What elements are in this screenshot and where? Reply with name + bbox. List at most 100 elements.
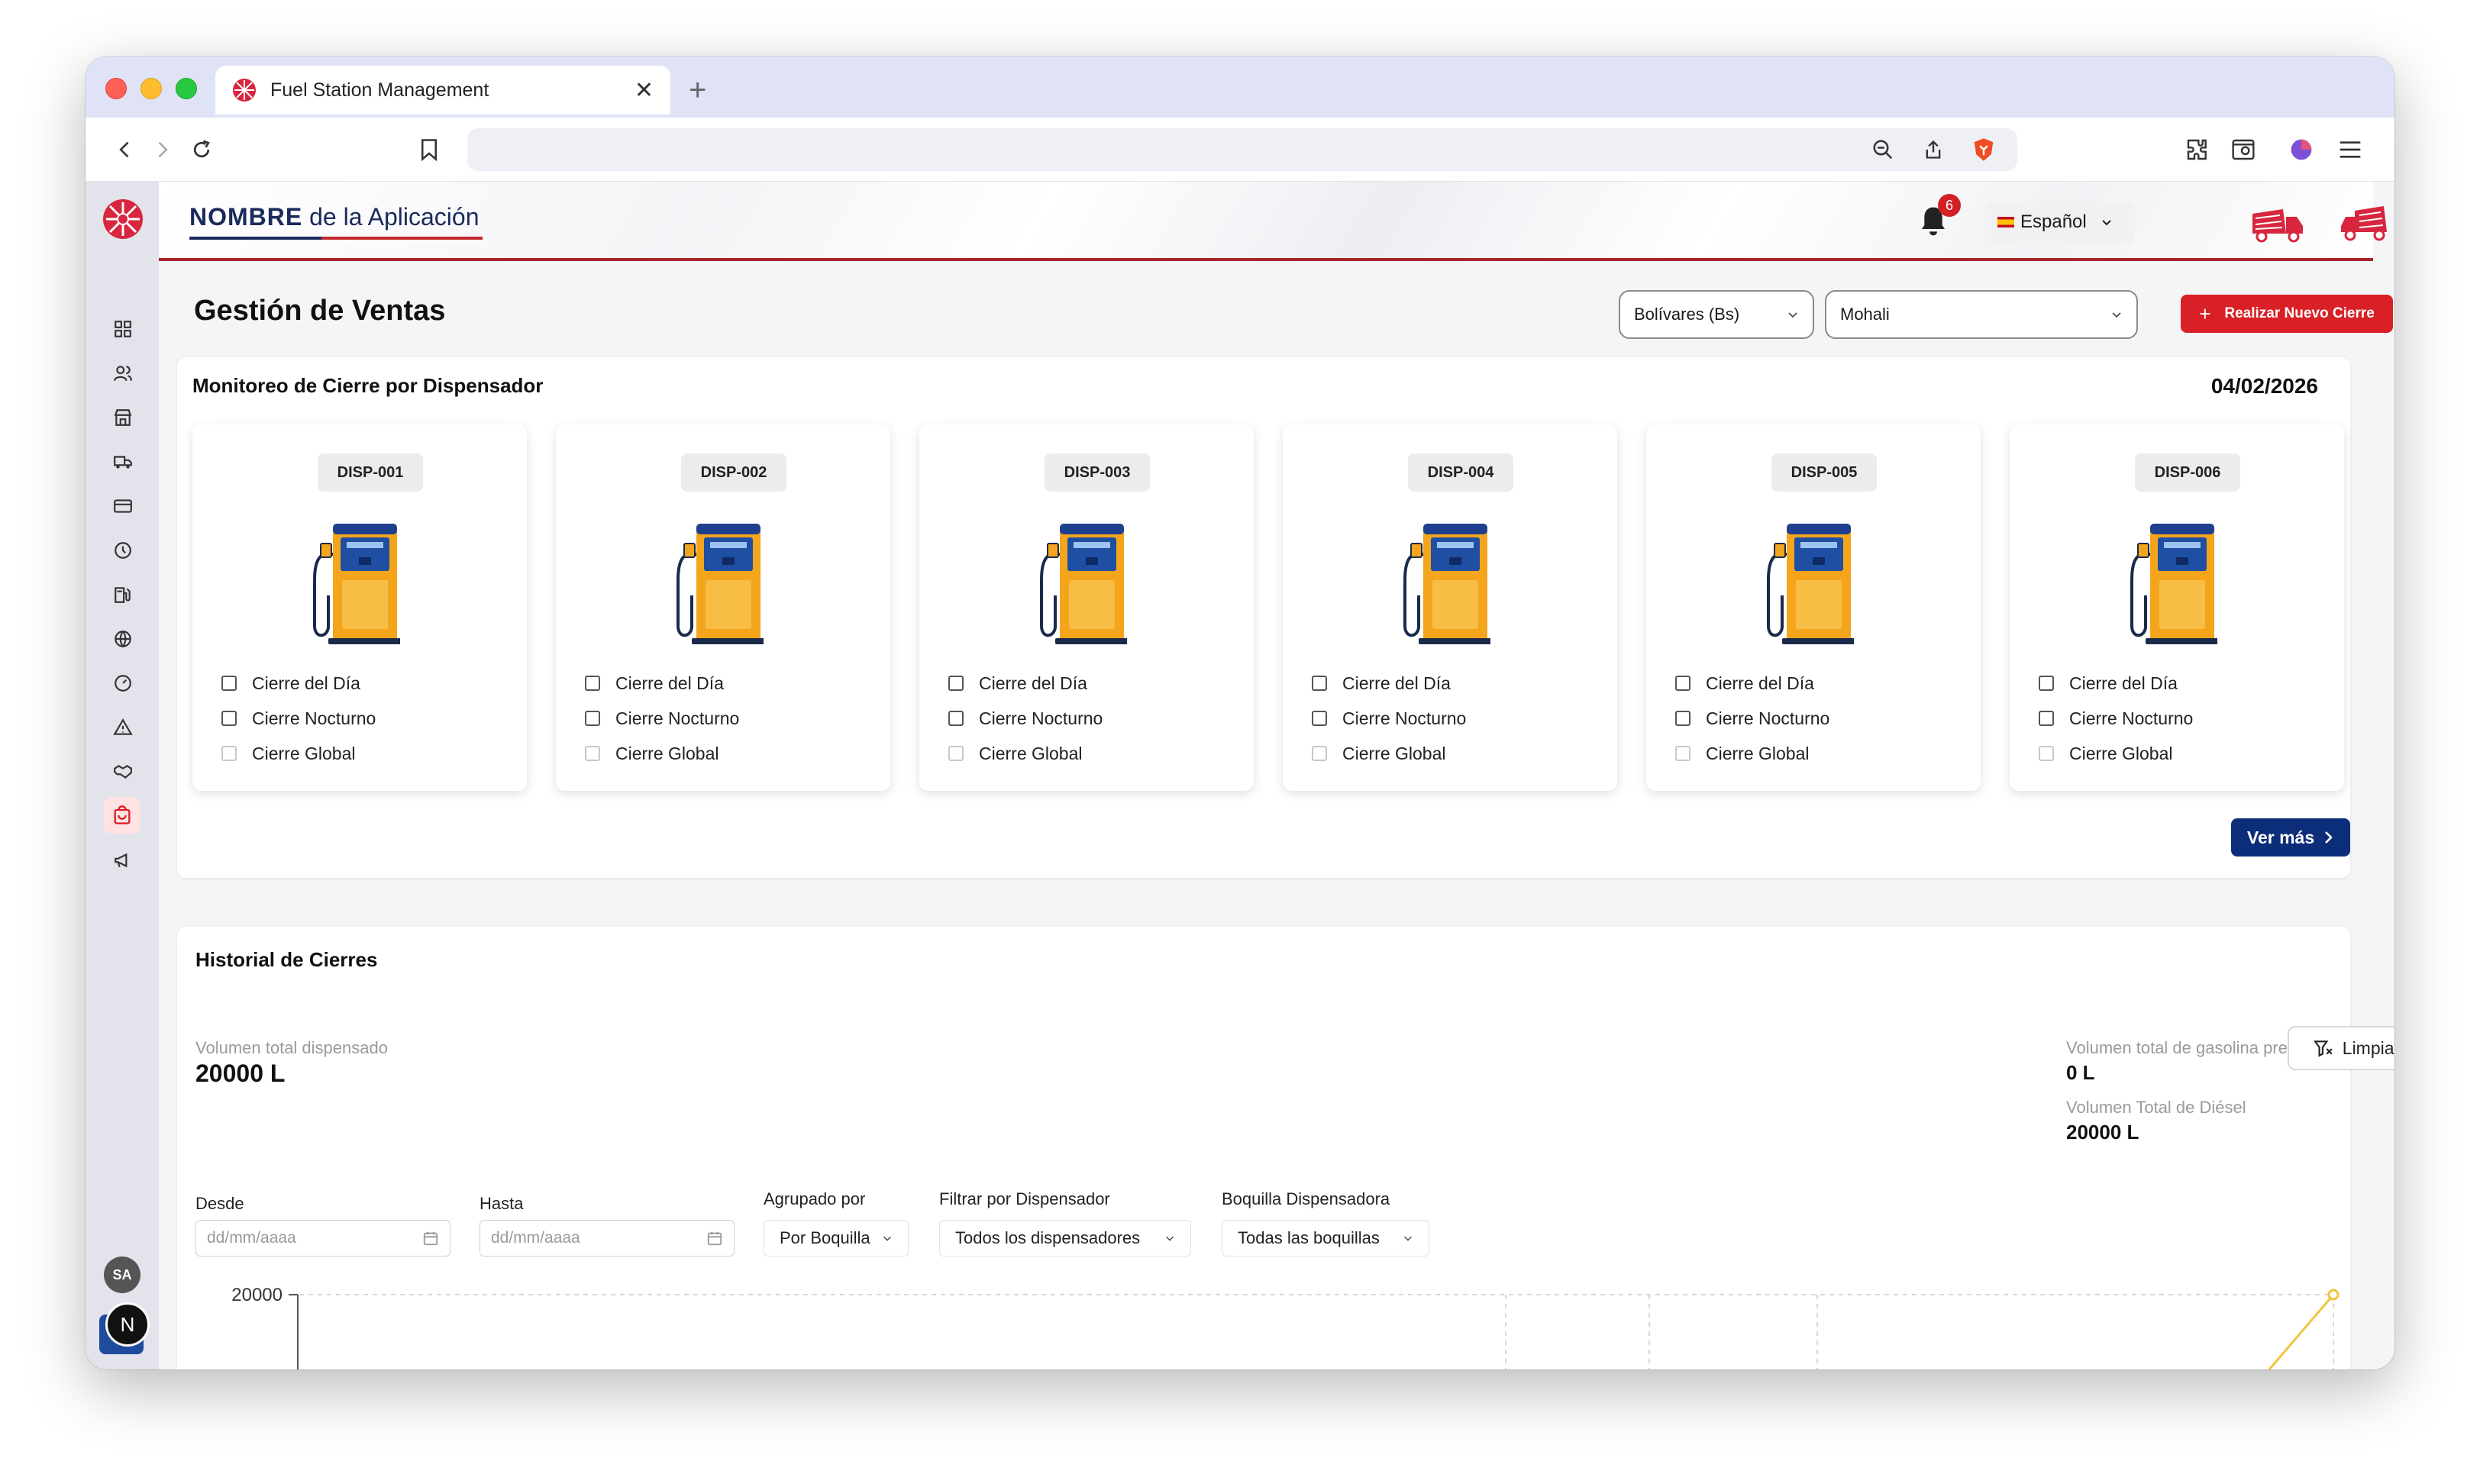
closure-checkbox-row[interactable]: Cierre Nocturno <box>1675 707 1829 730</box>
clear-filters-button[interactable]: Limpiar Filtros <box>2288 1026 2394 1070</box>
closure-checkbox[interactable] <box>1312 746 1327 761</box>
dispenser-card[interactable]: DISP-002 Cierre del Día Cierre Nocturno Cie… <box>556 424 890 791</box>
closure-checkbox-row[interactable]: Cierre del Día <box>948 672 1087 695</box>
brave-shield-icon[interactable] <box>1967 133 2000 166</box>
nozzle-filter-select[interactable]: Todas las boquillas <box>1222 1220 1429 1257</box>
clock-icon[interactable] <box>108 536 137 565</box>
dispenser-card[interactable]: DISP-005 Cierre del Día Cierre Nocturno Cie… <box>1646 424 1981 791</box>
avatar[interactable]: SA <box>104 1257 140 1293</box>
closure-checkbox[interactable] <box>948 746 964 761</box>
address-bar[interactable] <box>467 128 2017 171</box>
sales-bag-icon[interactable] <box>104 797 140 834</box>
closure-checkbox-row[interactable]: Cierre del Día <box>1312 672 1451 695</box>
to-date-input[interactable]: dd/mm/aaaa <box>480 1220 735 1257</box>
dispenser-id: DISP-005 <box>1771 453 1877 492</box>
closure-checkbox-row[interactable]: Cierre del Día <box>1675 672 1814 695</box>
from-date-input[interactable]: dd/mm/aaaa <box>195 1220 450 1257</box>
diesel-volume-value: 20000 L <box>2066 1121 2139 1144</box>
app-header: NOMBRE de la Aplicación 6 Español <box>159 182 2387 261</box>
closure-checkbox[interactable] <box>585 711 600 726</box>
dispenser-card[interactable]: DISP-004 Cierre del Día Cierre Nocturno Cie… <box>1283 424 1617 791</box>
closure-checkbox[interactable] <box>2039 711 2054 726</box>
closure-checkbox-row[interactable]: Cierre Nocturno <box>948 707 1103 730</box>
new-closure-button[interactable]: + Realizar Nuevo Cierre <box>2181 295 2393 333</box>
users-icon[interactable] <box>108 359 137 388</box>
globe-icon[interactable] <box>108 624 137 653</box>
dispenser-card[interactable]: DISP-001 Cierre del Día Cierre Nocturno Cie… <box>192 424 527 791</box>
reader-mode-icon[interactable] <box>2227 133 2260 166</box>
closure-checkbox-row[interactable]: Cierre Nocturno <box>1312 707 1466 730</box>
closure-checkbox-row[interactable]: Cierre Global <box>585 742 719 765</box>
close-window-button[interactable] <box>105 78 127 99</box>
credit-card-icon[interactable] <box>108 492 137 521</box>
gauge-icon[interactable] <box>108 669 137 698</box>
app-logo-icon[interactable] <box>102 198 144 240</box>
see-more-button[interactable]: Ver más <box>2231 818 2350 857</box>
menu-icon[interactable] <box>2333 133 2367 166</box>
dashboard-icon[interactable] <box>108 315 137 344</box>
truck-icon[interactable] <box>108 447 137 476</box>
new-tab-button[interactable]: + <box>689 73 706 108</box>
n-badge[interactable]: N <box>105 1302 150 1347</box>
handshake-icon[interactable] <box>108 757 137 786</box>
closure-checkbox-row[interactable]: Cierre Global <box>1312 742 1446 765</box>
closure-checkbox[interactable] <box>585 746 600 761</box>
store-icon[interactable] <box>108 403 137 432</box>
closure-checkbox-row[interactable]: Cierre Nocturno <box>585 707 739 730</box>
closure-checkbox-row[interactable]: Cierre Global <box>948 742 1083 765</box>
closure-checkbox-row[interactable]: Cierre Nocturno <box>2039 707 2193 730</box>
closure-checkbox[interactable] <box>221 711 237 726</box>
closure-checkbox[interactable] <box>2039 746 2054 761</box>
share-icon[interactable] <box>1917 133 1950 166</box>
fuel-pump-icon[interactable] <box>108 580 137 609</box>
dispenser-card[interactable]: DISP-003 Cierre del Día Cierre Nocturno Cie… <box>919 424 1254 791</box>
fuel-truck-icon[interactable] <box>2248 200 2306 247</box>
tab-close-icon[interactable]: ✕ <box>635 77 654 104</box>
closure-checkbox-row[interactable]: Cierre del Día <box>221 672 360 695</box>
closure-checkbox-row[interactable]: Cierre del Día <box>2039 672 2178 695</box>
closure-checkbox[interactable] <box>1675 711 1690 726</box>
app-brand[interactable]: NOMBRE de la Aplicación <box>189 203 479 231</box>
profile-icon[interactable] <box>2285 133 2318 166</box>
group-by-select[interactable]: Por Boquilla <box>764 1220 909 1257</box>
zoom-out-icon[interactable] <box>1866 133 1900 166</box>
calendar-icon[interactable] <box>422 1230 439 1247</box>
dispenser-card[interactable]: DISP-006 Cierre del Día Cierre Nocturno Cie… <box>2010 424 2344 791</box>
closure-checkbox[interactable] <box>221 746 237 761</box>
closure-checkbox[interactable] <box>585 676 600 691</box>
megaphone-icon[interactable] <box>108 846 137 875</box>
bookmark-icon[interactable] <box>412 133 446 166</box>
reload-icon[interactable] <box>185 133 218 166</box>
closure-checkbox-row[interactable]: Cierre Global <box>221 742 356 765</box>
closure-checkbox[interactable] <box>1675 676 1690 691</box>
dispenser-filter-select[interactable]: Todos los dispensadores <box>939 1220 1191 1257</box>
currency-select[interactable]: Bolívares (Bs) <box>1619 290 1814 339</box>
delivery-truck-icon[interactable] <box>2340 200 2394 247</box>
maximize-window-button[interactable] <box>176 78 197 99</box>
forward-icon[interactable] <box>145 133 179 166</box>
minimize-window-button[interactable] <box>140 78 162 99</box>
chart-series-line <box>2268 1294 2335 1369</box>
closure-checkbox[interactable] <box>948 711 964 726</box>
closure-checkbox-row[interactable]: Cierre del Día <box>585 672 724 695</box>
calendar-icon[interactable] <box>706 1230 723 1247</box>
closure-checkbox[interactable] <box>1312 676 1327 691</box>
closure-checkbox[interactable] <box>948 676 964 691</box>
warning-icon[interactable] <box>108 713 137 742</box>
back-icon[interactable] <box>108 133 142 166</box>
dispenser-id: DISP-006 <box>2135 453 2240 492</box>
closure-checkbox[interactable] <box>2039 676 2054 691</box>
extensions-icon[interactable] <box>2181 133 2214 166</box>
nozzle-filter-label: Boquilla Dispensadora <box>1222 1189 1390 1208</box>
language-selector[interactable]: Español <box>1985 202 2135 243</box>
closure-checkbox[interactable] <box>1312 711 1327 726</box>
browser-tab[interactable]: Fuel Station Management ✕ <box>215 66 670 115</box>
closure-checkbox[interactable] <box>1675 746 1690 761</box>
closure-checkbox[interactable] <box>221 676 237 691</box>
closure-checkbox-row[interactable]: Cierre Global <box>2039 742 2173 765</box>
closure-checkbox-row[interactable]: Cierre Global <box>1675 742 1810 765</box>
closure-checkbox-row[interactable]: Cierre Nocturno <box>221 707 376 730</box>
station-select[interactable]: Mohali <box>1825 290 2138 339</box>
chart-data-point[interactable] <box>2327 1289 2340 1301</box>
tab-strip: Fuel Station Management ✕ + <box>86 56 2394 118</box>
